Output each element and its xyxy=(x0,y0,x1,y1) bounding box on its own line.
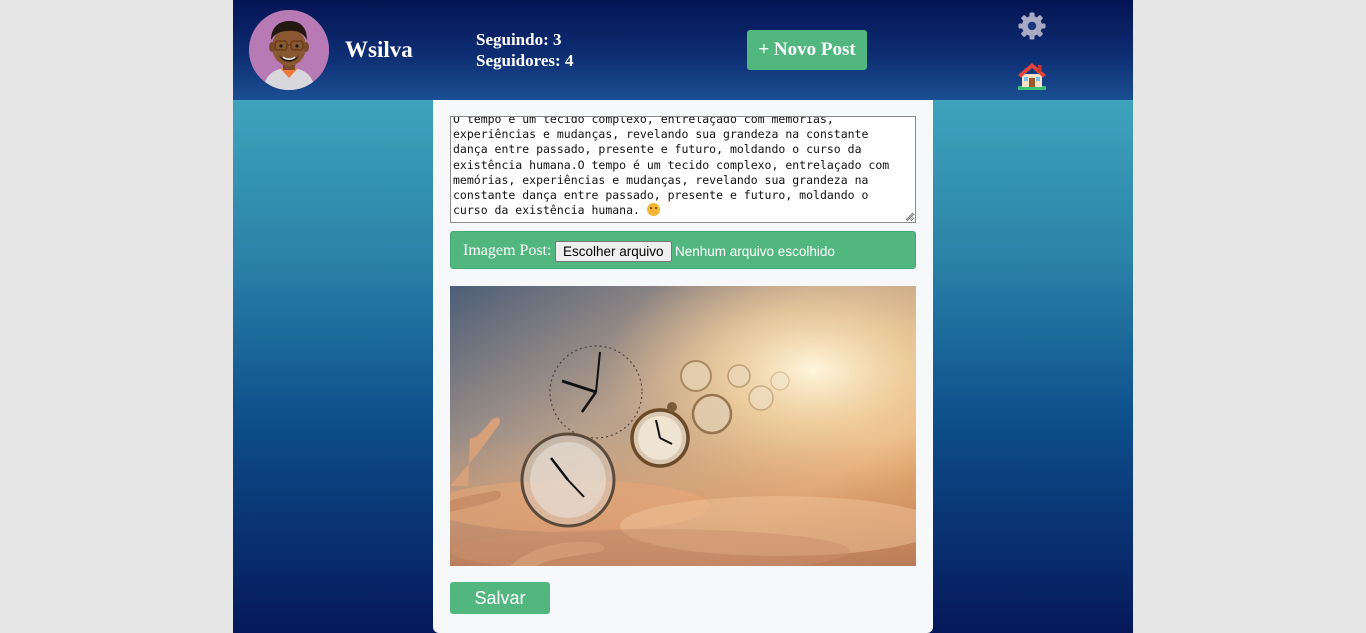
file-status-text: Nenhum arquivo escolhido xyxy=(675,244,835,259)
post-text-line: O tempo é um tecido complexo, entrelaçad… xyxy=(453,116,834,126)
gear-icon[interactable] xyxy=(1017,11,1047,41)
gear-icon-graphic xyxy=(1018,12,1046,40)
thinking-emoji-icon xyxy=(646,203,660,217)
post-text-line: memórias, experiências e mudanças, revel… xyxy=(453,172,869,187)
profile-username: Wsilva xyxy=(345,37,413,62)
profile-stats: Seguindo: 3 Seguidores: 4 xyxy=(476,29,573,71)
post-text-content: O tempo é um tecido complexo, entrelaçad… xyxy=(453,116,913,218)
avatar[interactable] xyxy=(249,10,329,90)
post-text-line: constante dança entre passado, presente … xyxy=(453,188,869,203)
app-container: Wsilva Seguindo: 3 Seguidores: 4 + Novo … xyxy=(233,0,1133,633)
image-upload-field: Imagem Post: Escolher arquivo Nenhum arq… xyxy=(450,231,916,269)
post-text-line: dança entre passado, presente e futuro, … xyxy=(453,142,862,157)
post-text-line: existência humana.O tempo é um tecido co… xyxy=(453,157,890,172)
post-image-preview xyxy=(450,286,916,566)
edit-post-card: O tempo é um tecido complexo, entrelaçad… xyxy=(433,100,933,633)
home-icon[interactable] xyxy=(1017,61,1047,91)
new-post-button[interactable]: + Novo Post xyxy=(747,30,867,70)
post-text-line: curso da existência humana. xyxy=(453,203,640,218)
post-text-line: experiências e mudanças, revelando sua g… xyxy=(453,127,869,142)
followers-count[interactable]: Seguidores: 4 xyxy=(476,50,573,71)
top-header: Wsilva Seguindo: 3 Seguidores: 4 + Novo … xyxy=(233,0,1133,100)
clocks-sky-image xyxy=(450,286,916,566)
post-text-field[interactable]: O tempo é um tecido complexo, entrelaçad… xyxy=(450,116,916,223)
choose-file-button[interactable]: Escolher arquivo xyxy=(555,241,672,262)
image-upload-label: Imagem Post: xyxy=(463,242,552,259)
avatar-image xyxy=(249,10,329,90)
save-button[interactable]: Salvar xyxy=(450,582,550,614)
resize-grip-icon[interactable] xyxy=(905,212,914,221)
home-icon-graphic xyxy=(1018,63,1046,90)
following-count[interactable]: Seguindo: 3 xyxy=(476,29,573,50)
